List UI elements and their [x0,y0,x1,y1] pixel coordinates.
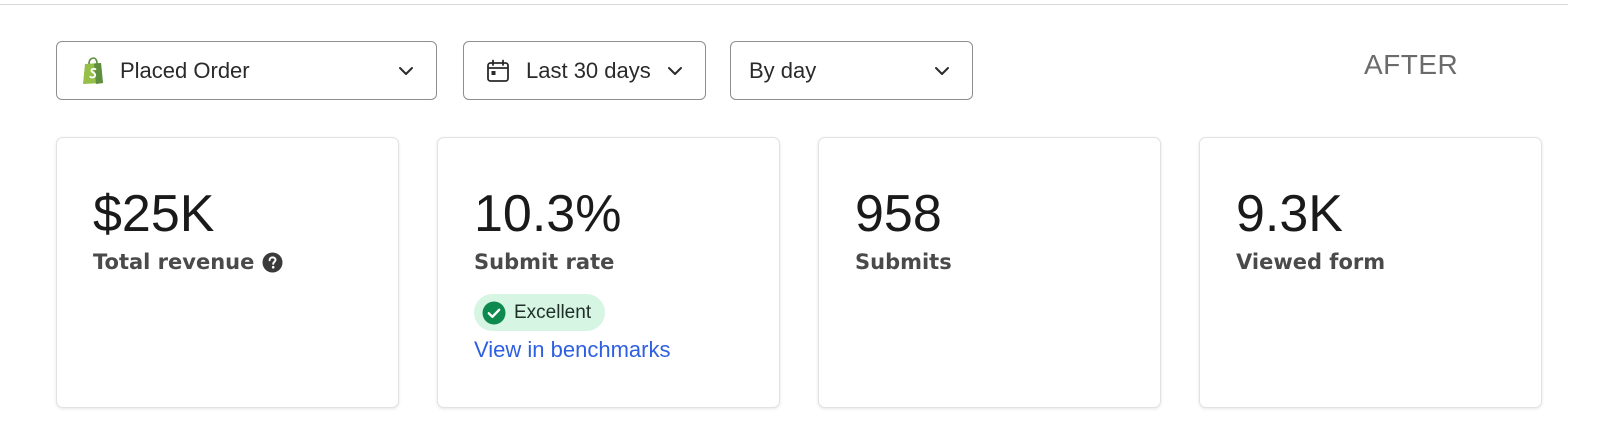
viewed-form-card: 9.3K Viewed form [1199,137,1542,408]
excellent-badge: Excellent [474,294,606,331]
submits-card: 958 Submits [818,137,1161,408]
viewed-form-value: 9.3K [1236,185,1343,243]
view-in-benchmarks-link[interactable]: View in benchmarks [474,337,670,363]
metric-dropdown-label: Placed Order [120,57,250,83]
interval-label: By day [749,57,817,83]
chevron-down-icon [668,66,682,75]
viewed-form-label: Viewed form [1236,250,1386,274]
submits-label: Submits [855,250,952,274]
calendar-icon [487,59,509,82]
chevron-down-icon [935,66,949,75]
submit-rate-card: 10.3% Submit rate Excellent View in benc… [437,137,780,408]
total-revenue-value: $25K [93,185,215,243]
date-range-dropdown[interactable]: Last 30 days [463,41,706,100]
after-label: AFTER [1364,49,1459,80]
metric-dropdown[interactable]: Placed Order [56,41,437,100]
check-circle-icon [482,301,506,324]
total-revenue-caption: Total revenue [93,250,283,274]
total-revenue-card: $25K Total revenue [56,137,399,408]
total-revenue-label: Total revenue [93,250,255,274]
interval-dropdown[interactable]: By day [730,41,973,100]
submits-value: 958 [855,185,942,243]
date-range-label: Last 30 days [526,57,651,83]
excellent-badge-label: Excellent [514,301,592,323]
shopify-bag-icon [83,57,103,84]
chevron-down-icon [399,66,413,75]
submit-rate-label: Submit rate [474,250,615,274]
help-icon[interactable] [262,252,283,273]
top-divider [0,4,1568,5]
submit-rate-value: 10.3% [474,185,622,243]
